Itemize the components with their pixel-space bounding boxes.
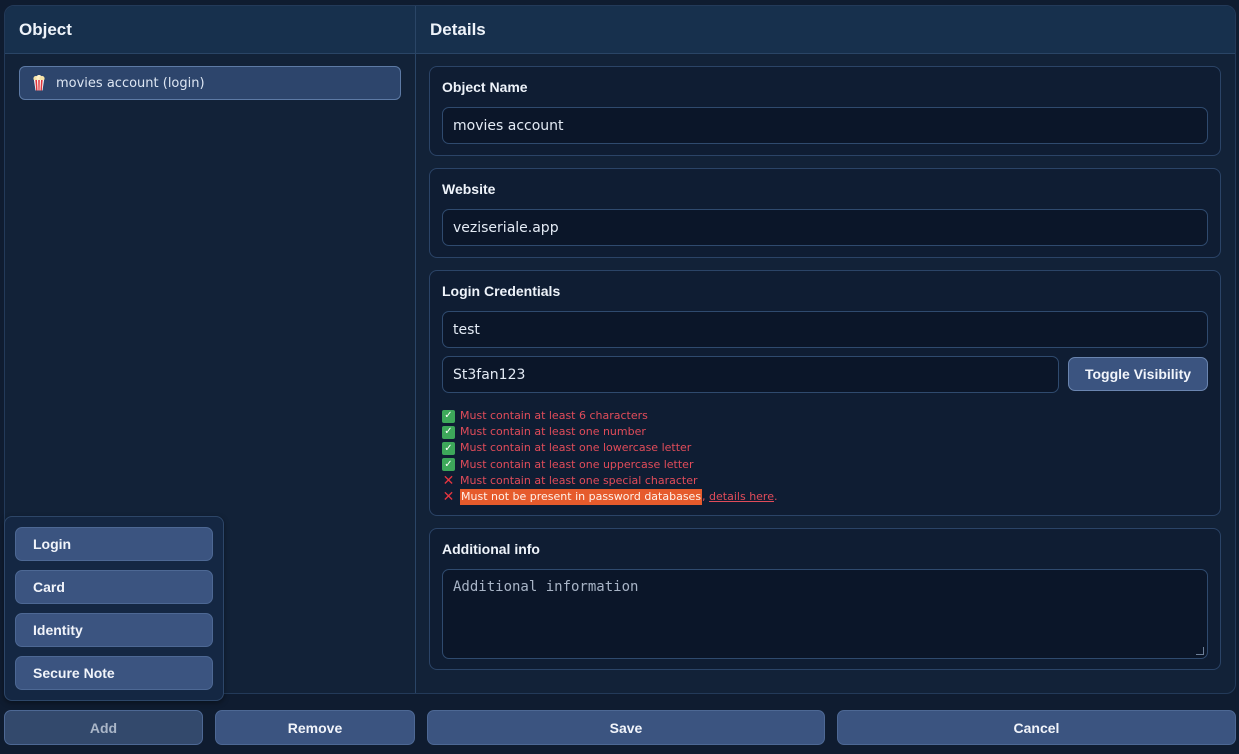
popcorn-icon	[30, 74, 48, 92]
password-rule-text: Must not be present in password database…	[460, 489, 703, 506]
check-icon: ✓	[442, 409, 455, 423]
check-icon: ✓	[442, 442, 455, 455]
toggle-visibility-button[interactable]: Toggle Visibility	[1068, 357, 1208, 391]
check-icon: ✓	[442, 458, 455, 472]
cross-icon: ✕	[442, 489, 455, 506]
username-input[interactable]: test	[442, 311, 1208, 348]
password-rule: ✓ Must contain at least 6 characters	[442, 408, 777, 424]
add-button[interactable]: Add	[4, 710, 203, 745]
password-rule-text: Must contain at least one special charac…	[460, 473, 698, 487]
add-type-menu: Login Card Identity Secure Note	[4, 516, 224, 701]
password-rules: ✓ Must contain at least 6 characters ✓ M…	[442, 408, 778, 506]
password-rule-text: Must contain at least 6 characters	[460, 409, 648, 422]
login-credentials-section: Login Credentials test St3fan123 Toggle …	[429, 270, 1221, 516]
check-icon: ✓	[442, 425, 455, 439]
details-link[interactable]: details here	[709, 489, 774, 505]
save-button[interactable]: Save	[427, 710, 825, 745]
details-panel-header: Details	[415, 6, 1235, 54]
password-rule: ✓ Must contain at least one lowercase le…	[442, 440, 777, 456]
object-name-input[interactable]: movies account	[442, 107, 1208, 144]
additional-info-section: Additional info	[429, 528, 1221, 670]
additional-info-label: Additional info	[442, 541, 540, 557]
website-section: Website veziseriale.app	[429, 168, 1221, 258]
password-rule: ✕ Must not be present in password databa…	[442, 489, 778, 506]
website-label: Website	[442, 181, 496, 197]
link-separator: ,	[702, 490, 710, 504]
additional-info-textarea[interactable]	[442, 569, 1208, 659]
rule-trailing: .	[773, 490, 778, 504]
menu-item-login[interactable]: Login	[15, 527, 213, 561]
password-input[interactable]: St3fan123	[442, 356, 1059, 393]
login-credentials-label: Login Credentials	[442, 283, 561, 299]
object-list-item-label: movies account (login)	[56, 75, 205, 91]
menu-item-card[interactable]: Card	[15, 570, 213, 604]
password-rule-text: Must contain at least one lowercase lett…	[460, 441, 692, 455]
cancel-button[interactable]: Cancel	[837, 710, 1236, 745]
password-rule: ✓ Must contain at least one uppercase le…	[442, 457, 777, 473]
password-rule: ✓ Must contain at least one number	[442, 424, 777, 440]
object-list-item[interactable]: movies account (login)	[19, 66, 401, 100]
remove-button[interactable]: Remove	[215, 710, 415, 745]
password-rule: ✕ Must contain at least one special char…	[442, 473, 777, 489]
object-name-section: Object Name movies account	[429, 66, 1221, 156]
menu-item-identity[interactable]: Identity	[15, 613, 213, 647]
panel-divider	[415, 54, 416, 693]
password-rule-text: Must contain at least one number	[460, 425, 646, 439]
menu-item-secure-note[interactable]: Secure Note	[15, 656, 213, 690]
object-panel-header: Object	[5, 6, 415, 54]
cross-icon: ✕	[442, 472, 455, 489]
website-input[interactable]: veziseriale.app	[442, 209, 1208, 246]
object-name-label: Object Name	[442, 79, 528, 95]
resize-handle-icon[interactable]	[1196, 647, 1204, 655]
password-rule-text: Must contain at least one uppercase lett…	[460, 457, 694, 471]
